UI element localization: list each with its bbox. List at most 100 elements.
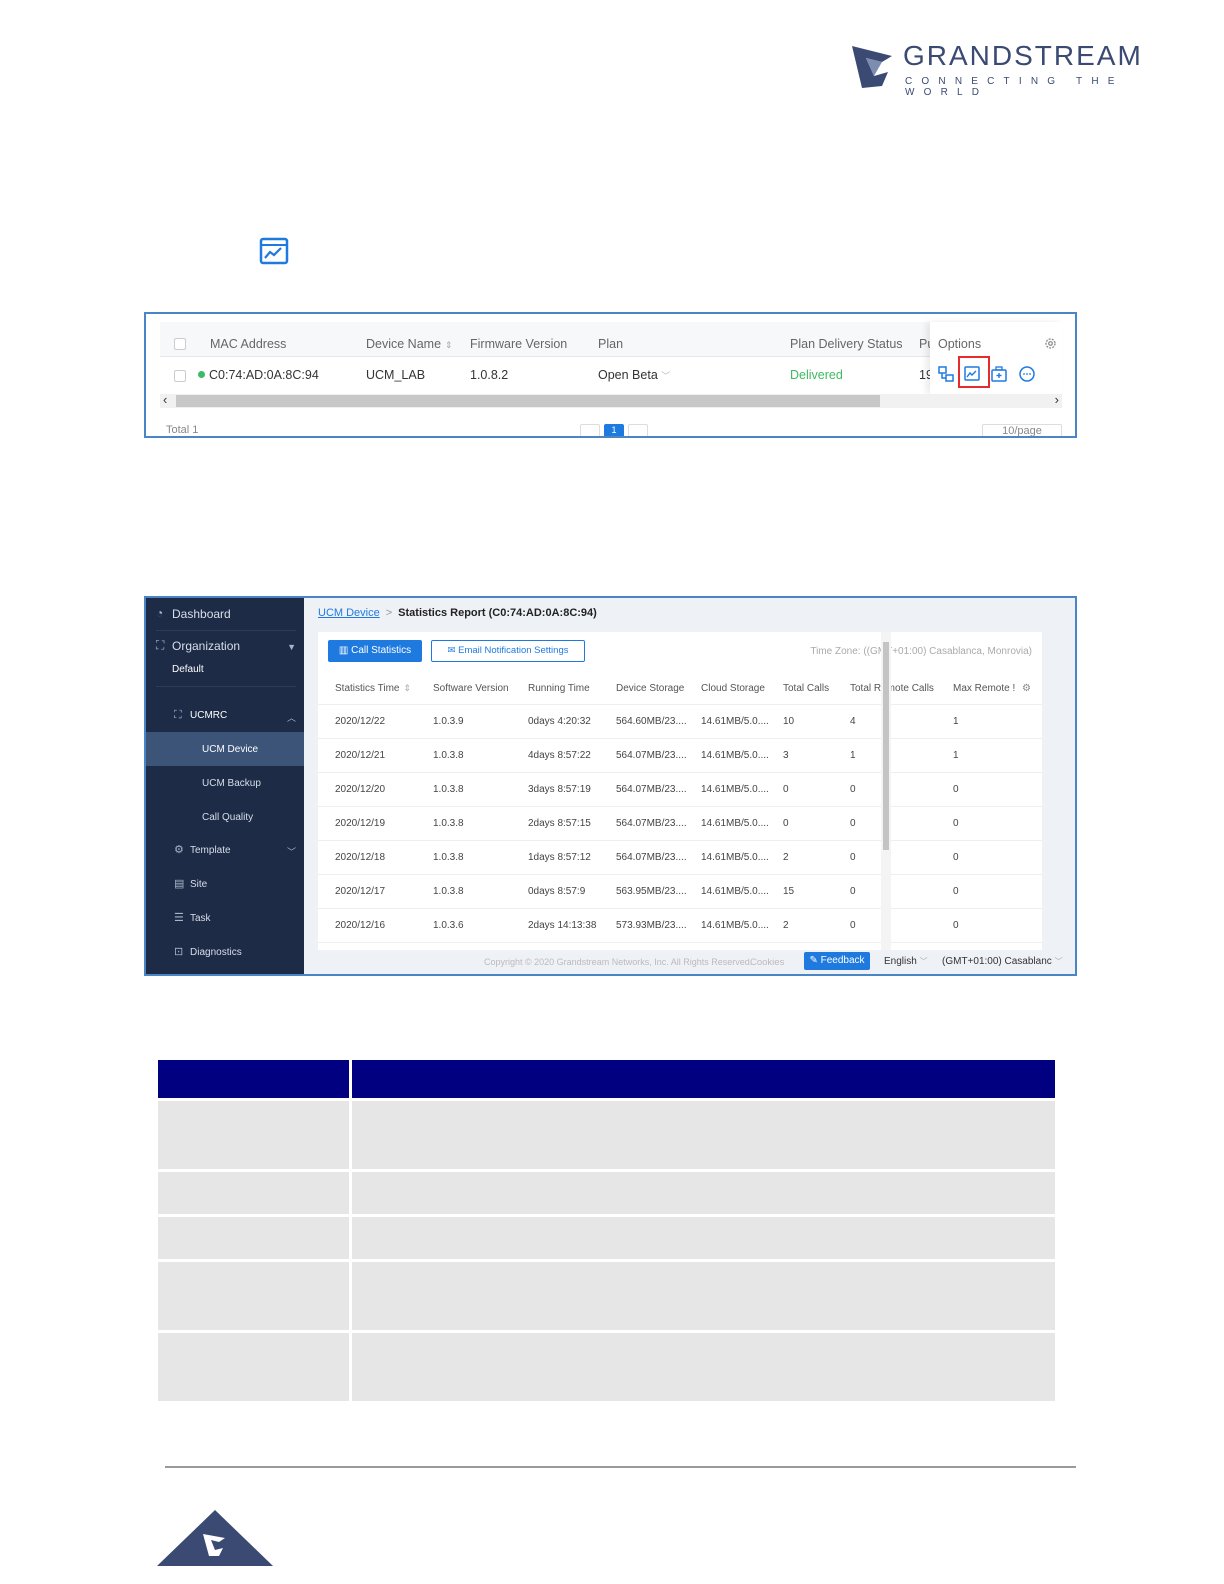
mail-icon: ✉: [447, 645, 456, 656]
scroll-right-icon[interactable]: ›: [1055, 392, 1059, 407]
prev-page-button[interactable]: [580, 424, 600, 436]
table-cell: 14.61MB/5.0....: [701, 886, 769, 897]
chevron-down-icon: ﹀: [919, 957, 928, 966]
table-cell: 0: [953, 886, 959, 897]
sort-icon[interactable]: ⇕: [445, 340, 453, 350]
device-name-cell: UCM_LAB: [366, 368, 426, 382]
table-row: C0:74:AD:0A:8C:94 UCM_LAB 1.0.8.2 Open B…: [160, 356, 1060, 395]
sidebar-label: Dashboard: [172, 607, 231, 621]
organization-icon: ⛶: [156, 638, 165, 652]
caret-down-icon: ▼: [287, 642, 296, 652]
table-row: [158, 1217, 1055, 1259]
table-cell: 0: [783, 784, 789, 795]
select-all-checkbox[interactable]: [174, 338, 186, 350]
scroll-left-icon[interactable]: ‹: [163, 392, 167, 407]
backup-toolbox-icon[interactable]: [990, 365, 1008, 383]
call-statistics-button[interactable]: ▥ Call Statistics: [328, 640, 422, 662]
col-mac: MAC Address: [210, 337, 287, 351]
template-gear-icon: ⚙: [174, 844, 184, 856]
timezone-select[interactable]: (GMT+01:00) Casablanc ﹀: [942, 956, 1063, 967]
email-notification-settings-button[interactable]: ✉ Email Notification Settings: [431, 640, 585, 662]
table-cell: 14.61MB/5.0....: [701, 852, 769, 863]
ucmrc-icon: ⛶: [174, 709, 182, 721]
total-count: Total 1: [166, 424, 199, 436]
row-checkbox[interactable]: [174, 370, 186, 382]
vertical-scrollbar[interactable]: [881, 632, 891, 950]
bar-chart-icon: ▥: [338, 645, 349, 656]
table-cell: 564.07MB/23....: [616, 852, 687, 863]
table-cell: 564.07MB/23....: [616, 750, 687, 761]
feedback-button[interactable]: ✎ Feedback: [804, 952, 870, 970]
sidebar-item-diagnostics[interactable]: ⊡ Diagnostics: [146, 940, 304, 966]
sidebar-item-template[interactable]: ⚙ Template ﹀: [146, 838, 304, 864]
language-value: English: [884, 956, 917, 967]
table-cell: 4days 8:57:22: [528, 750, 591, 761]
sidebar-item-ucm-device[interactable]: UCM Device: [146, 732, 304, 766]
table-cell: 2: [783, 852, 789, 863]
table-row: [158, 1172, 1055, 1214]
breadcrumb-link-ucm-device[interactable]: UCM Device: [318, 607, 380, 619]
sort-icon[interactable]: ⇕: [403, 683, 411, 693]
device-table-screenshot: MAC Address Device Name ⇕ Firmware Versio…: [144, 312, 1077, 438]
call-statistics-label: Call Statistics: [351, 645, 412, 656]
col-delivery-status: Plan Delivery Status: [790, 337, 903, 351]
col-options: Options: [938, 337, 982, 351]
device-table-header: MAC Address Device Name ⇕ Firmware Versio…: [160, 322, 1060, 357]
sidebar-item-ucmrc[interactable]: ⛶ UCMRC ︿: [146, 706, 304, 728]
table-cell: 2020/12/19: [335, 818, 386, 829]
col-statistics-time[interactable]: Statistics Time ⇕: [335, 683, 411, 694]
device-list-icon[interactable]: [937, 365, 955, 383]
table-row: 2020/12/20 1.0.3.8 3days 8:57:19 564.07MB/2…: [318, 773, 1042, 807]
sidebar-item-task[interactable]: ☰ Task: [146, 906, 304, 932]
sidebar-item-dashboard[interactable]: ◔ Dashboard: [146, 606, 304, 628]
sidebar-label: Template: [190, 845, 231, 856]
table-cell: 4: [850, 716, 856, 727]
table-cell: 1: [953, 750, 959, 761]
table-cell: 0days 4:20:32: [528, 716, 591, 727]
table-row: 2020/12/19 1.0.3.8 2days 8:57:15 564.07MB/2…: [318, 807, 1042, 841]
sidebar-item-organization[interactable]: ⛶ Organization ▼: [146, 638, 304, 660]
more-options-icon[interactable]: [1018, 365, 1036, 383]
page-size-select[interactable]: 10/page: [982, 424, 1062, 436]
next-page-button[interactable]: [628, 424, 648, 436]
col-device-name-label: Device Name: [366, 337, 442, 351]
mac-value: C0:74:AD:0A:8C:94: [209, 368, 319, 382]
sidebar-item-ucm-backup[interactable]: UCM Backup: [146, 766, 304, 800]
chevron-down-icon: ﹀: [286, 847, 296, 857]
language-select[interactable]: English ﹀: [884, 956, 928, 967]
edit-icon: ✎: [809, 955, 818, 966]
table-cell: 0: [850, 920, 856, 931]
stats-table-header: Statistics Time ⇕ Software Version Runnin…: [318, 674, 1042, 705]
table-cell: 0: [850, 818, 856, 829]
col-device-name[interactable]: Device Name ⇕: [366, 337, 453, 351]
column-settings-gear-icon[interactable]: [1044, 337, 1057, 350]
organization-select[interactable]: Default: [146, 664, 304, 680]
grandstream-corner-logo: [157, 1510, 273, 1566]
col-device-storage: Device Storage: [616, 683, 685, 694]
firmware-cell: 1.0.8.2: [470, 368, 509, 382]
table-row: 2020/12/21 1.0.3.8 4days 8:57:22 564.07MB/2…: [318, 739, 1042, 773]
table-cell: 1.0.3.6: [433, 920, 464, 931]
sidebar-item-site[interactable]: ▤ Site: [146, 872, 304, 898]
scrollbar-thumb[interactable]: [883, 642, 889, 850]
column-settings-gear-icon[interactable]: ⚙: [1022, 683, 1031, 694]
plan-select[interactable]: Open Beta ﹀: [598, 368, 670, 382]
page-1-button[interactable]: 1: [604, 424, 624, 436]
cookies-link[interactable]: Cookies: [750, 957, 784, 968]
table-cell: 14.61MB/5.0....: [701, 784, 769, 795]
copyright-text: Copyright © 2020 Grandstream Networks, I…: [484, 957, 753, 967]
breadcrumb: UCM Device > Statistics Report (C0:74:AD:0…: [318, 607, 597, 619]
highlight-box: [958, 356, 990, 388]
sidebar-item-call-quality[interactable]: Call Quality: [146, 800, 304, 834]
table-cell: 0: [783, 818, 789, 829]
horizontal-scrollbar[interactable]: ‹ ›: [160, 392, 1062, 408]
table-cell: 1.0.3.8: [433, 852, 464, 863]
divider: [156, 630, 296, 631]
breadcrumb-separator: >: [385, 607, 393, 619]
page-footer: Copyright © 2020 Grandstream Networks, I…: [304, 950, 1075, 974]
scrollbar-thumb[interactable]: [176, 395, 880, 407]
statistics-report-screenshot: ◔ Dashboard ⛶ Organization ▼ Default ⛶ U…: [144, 596, 1077, 976]
table-cell: 1: [850, 750, 856, 761]
email-settings-label: Email Notification Settings: [458, 645, 569, 656]
divider: [156, 686, 296, 687]
